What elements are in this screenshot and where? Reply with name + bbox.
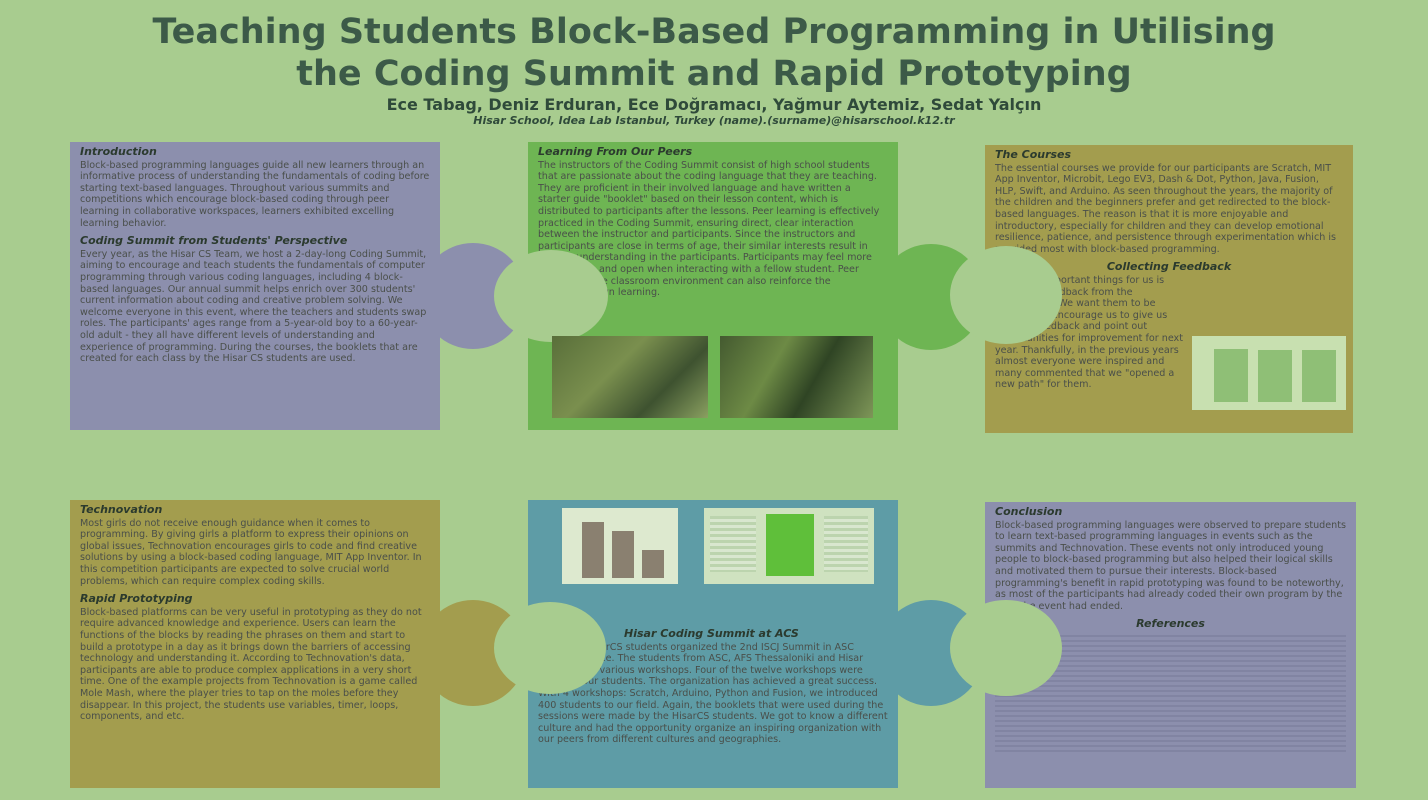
poster-title-line-1: Teaching Students Block-Based Programmin… (152, 12, 1276, 52)
conclusion-body: Block-based programming languages were o… (995, 519, 1347, 612)
authors: Ece Tabag, Deniz Erduran, Ece Doğramacı,… (386, 95, 1042, 114)
conclusion-heading: Conclusion (995, 505, 1063, 518)
technovation-body: Most girls do not receive enough guidanc… (80, 517, 422, 587)
intro-panel: Introduction Block-based programming lan… (70, 142, 440, 430)
acs-bar (642, 550, 664, 578)
courses-body: The essential courses we provide for our… (995, 162, 1337, 255)
puzzle-socket-peers (494, 250, 608, 342)
acs-chart (562, 508, 678, 584)
acs-bar (582, 522, 604, 578)
mole-mash-screenshot (704, 508, 874, 584)
rapid-body: Block-based platforms can be very useful… (80, 606, 422, 723)
puzzle-socket-acs (494, 602, 606, 694)
puzzle-socket-courses (950, 246, 1062, 344)
properties-pane (824, 516, 868, 572)
poster-title-line-2: the Coding Summit and Rapid Prototyping (296, 54, 1132, 94)
block-palette (710, 516, 756, 572)
feedback-bar (1302, 350, 1336, 402)
summit-heading: Coding Summit from Students' Perspective (80, 234, 348, 248)
workshop-photo-2 (720, 336, 873, 418)
feedback-bar (1258, 350, 1292, 402)
rapid-heading: Rapid Prototyping (80, 592, 193, 606)
affiliation: Hisar School, Idea Lab Istanbul, Turkey … (473, 114, 955, 127)
courses-heading: The Courses (995, 148, 1072, 161)
acs-bar (612, 531, 634, 578)
feedback-bar (1214, 349, 1248, 402)
summit-body: Every year, as the Hisar CS Team, we hos… (80, 248, 427, 365)
puzzle-socket-conclusion (950, 600, 1062, 696)
technovation-panel: Technovation Most girls do not receive e… (70, 500, 440, 788)
intro-heading: Introduction (80, 145, 157, 158)
technovation-heading: Technovation (80, 503, 163, 516)
feedback-chart (1192, 336, 1346, 410)
workshop-photo-1 (552, 336, 708, 418)
game-screen (766, 514, 814, 576)
peers-heading: Learning From Our Peers (538, 145, 693, 158)
intro-body: Block-based programming languages guide … (80, 159, 430, 229)
